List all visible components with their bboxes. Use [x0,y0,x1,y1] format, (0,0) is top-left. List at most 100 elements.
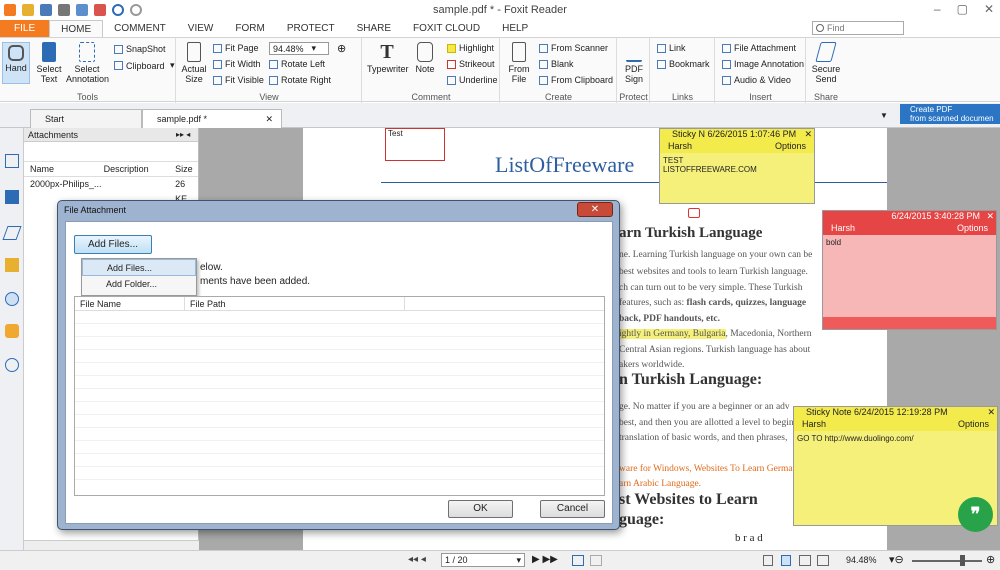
typewriter-button[interactable]: T Typewriter [367,42,409,74]
file-attachment-button[interactable]: File Attachment [722,43,796,53]
tab-view[interactable]: VIEW [177,20,225,37]
sticky-close-icon[interactable]: ✕ [987,407,995,418]
clipboard-button[interactable]: Clipboard ▾ [114,60,175,71]
ok-button[interactable]: OK [448,500,513,518]
rotate-left-button[interactable]: Rotate Left [269,59,325,69]
zoom-in-icon[interactable]: ⊕ [337,42,346,55]
stack-icon[interactable] [2,226,22,240]
note-button[interactable]: Note [411,42,439,74]
panel-horizontal-scrollbar[interactable] [24,540,199,550]
sticky-note-1[interactable]: Sticky N 6/26/2015 1:07:46 PM ✕ Harsh Opti… [659,128,815,204]
from-clipboard-button[interactable]: From Clipboard [539,75,613,85]
col-file-name[interactable]: File Name [75,297,185,310]
next-last-page-icons[interactable]: ▶ ▶▶ [532,554,558,565]
first-prev-page-icons[interactable]: ◂◂ ◂ [408,554,426,565]
comments-icon[interactable] [5,258,19,272]
zoom-select[interactable]: 94.48% ▾ [269,42,329,55]
facing-icon[interactable] [799,555,811,566]
zoom-in-status-icon[interactable]: ⊕ [986,553,995,566]
highlighted-text[interactable]: ightly in Germany, Bulgaria [619,329,726,339]
close-icon[interactable]: ✕ [984,2,994,16]
select-annotation-button[interactable]: Select Annotation [66,42,109,84]
sticky-options-button[interactable]: Options [958,418,989,431]
title-bar: sample.pdf * - Foxit Reader – ▢ ✕ [0,0,1000,20]
from-scanner-button[interactable]: From Scanner [539,43,608,53]
fit-width-button[interactable]: Fit Width [213,59,261,69]
close-tab-icon[interactable]: ✕ [265,110,273,128]
sticky-options-button[interactable]: Options [957,222,988,235]
pdf-sign-button[interactable]: PDF Sign [620,42,648,84]
sticky-note-body[interactable]: GO TO http://www.duolingo.com/ [794,431,997,446]
sticky-note-2[interactable]: 6/24/2015 3:40:28 PM ✕ Harsh Options bold [822,210,997,330]
lock-icon[interactable] [5,324,19,338]
tab-file[interactable]: FILE [0,20,50,37]
tab-help[interactable]: HELP [491,20,539,37]
sticky-note-body[interactable]: TEST LISTOFFREEWARE.COM [660,153,814,177]
blank-button[interactable]: Blank [539,59,574,69]
next-view-icon[interactable] [590,555,602,566]
menu-add-folder[interactable]: Add Folder... [82,276,196,293]
fit-page-button[interactable]: Fit Page [213,43,259,53]
continuous-icon[interactable] [781,555,791,566]
sticky-note-body[interactable]: bold [823,235,996,317]
zoom-slider-thumb[interactable] [960,555,965,566]
col-file-path[interactable]: File Path [185,297,405,310]
from-file-button[interactable]: From File [507,42,531,84]
tabs-dropdown-icon[interactable]: ▼ [880,111,888,120]
dialog-close-button[interactable]: ✕ [577,202,613,217]
tab-start[interactable]: Start [30,109,142,128]
layers-icon[interactable] [5,190,19,204]
strikeout-button[interactable]: Strikeout [447,59,495,69]
highlight-button[interactable]: Highlight [447,43,494,53]
snapshot-button[interactable]: SnapShot [114,44,166,54]
comment-note-icon[interactable] [688,208,700,218]
tab-home[interactable]: HOME [49,20,104,37]
page-number-input[interactable]: 1 / 20 ▾ [441,553,525,567]
signature-icon[interactable] [5,358,19,372]
continuous-facing-icon[interactable] [817,555,829,566]
tab-foxit-cloud[interactable]: FOXIT CLOUD [402,20,491,37]
hand-button[interactable]: Hand [2,42,30,84]
image-annotation-button[interactable]: Image Annotation [722,59,804,69]
col-size[interactable]: Size [171,162,198,176]
previous-view-icon[interactable] [572,555,584,566]
link-button[interactable]: Link [657,43,686,53]
sticky-close-icon[interactable]: ✕ [986,211,994,222]
rotate-right-label: Rotate Right [281,75,332,85]
col-name[interactable]: Name [24,162,98,176]
attachment-row[interactable]: 2000px-Philips_... 26 KE [24,177,198,204]
chat-bubble-icon[interactable]: ❞ [958,497,993,532]
attachment-nav-icon[interactable] [5,292,19,306]
link-text[interactable]: arn Arabic Language. [619,479,701,489]
actual-size-button[interactable]: Actual Size [181,42,207,84]
test-text-box[interactable]: Test [385,128,445,161]
minimize-icon[interactable]: – [934,2,941,16]
fit-visible-button[interactable]: Fit Visible [213,75,264,85]
pages-icon[interactable] [5,154,19,168]
select-text-button[interactable]: Select Text [34,42,64,84]
secure-send-button[interactable]: Secure Send [809,42,843,84]
find-input[interactable]: Find [812,21,904,35]
create-pdf-banner[interactable]: Create PDF from scanned documen [900,104,1000,124]
maximize-icon[interactable]: ▢ [957,2,968,16]
add-files-button[interactable]: Add Files... [74,235,152,254]
cancel-button[interactable]: Cancel [540,500,605,518]
tab-share[interactable]: SHARE [346,20,402,37]
link-text[interactable]: ware for Windows, Websites To Learn Germ… [619,464,797,474]
sticky-options-button[interactable]: Options [775,140,806,153]
panel-collapse-icon[interactable]: ▸▸ ◂ [176,128,190,142]
audio-video-button[interactable]: Audio & Video [722,75,791,85]
menu-add-files[interactable]: Add Files... [82,259,196,276]
tab-sample-pdf[interactable]: sample.pdf * ✕ [142,109,282,128]
tab-form[interactable]: FORM [224,20,275,37]
single-page-icon[interactable] [763,555,773,566]
underline-button[interactable]: Underline [447,75,498,85]
bookmark-button[interactable]: Bookmark [657,59,710,69]
tab-comment[interactable]: COMMENT [103,20,177,37]
zoom-slider[interactable] [912,560,982,562]
col-description[interactable]: Description [98,162,172,176]
tab-protect[interactable]: PROTECT [276,20,346,37]
zoom-out-icon[interactable]: ▾⊖ [889,553,904,566]
rotate-right-button[interactable]: Rotate Right [269,75,331,85]
sticky-close-icon[interactable]: ✕ [804,129,812,140]
